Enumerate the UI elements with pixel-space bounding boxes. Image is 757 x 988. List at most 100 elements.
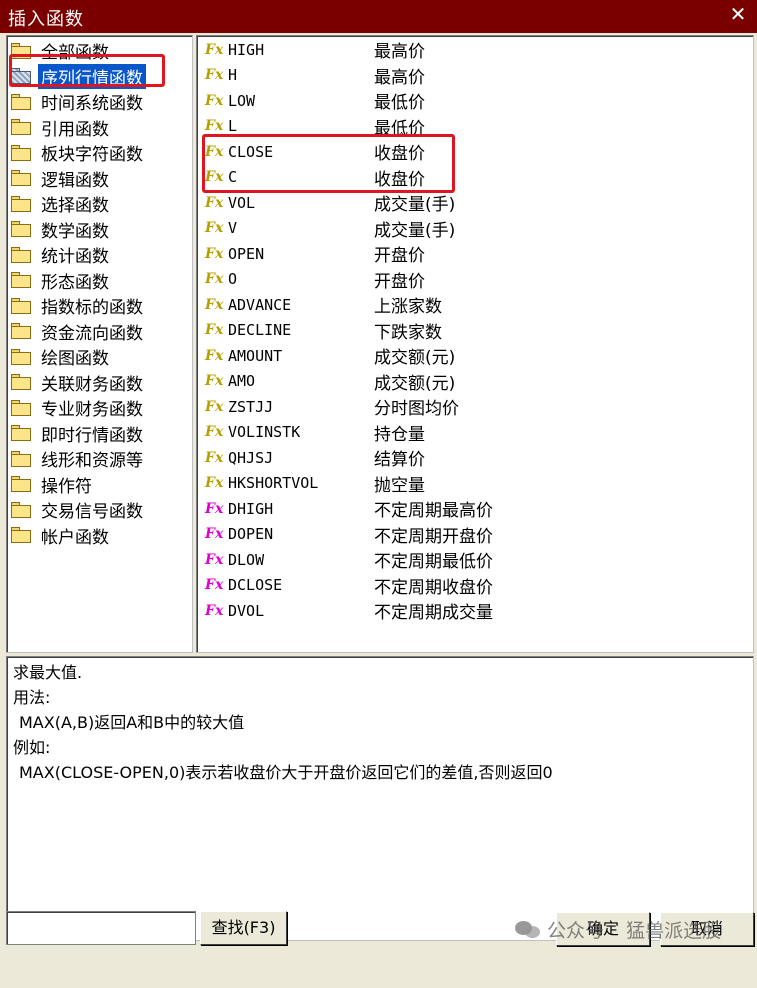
function-row[interactable]: Fx ADVANCE 上涨家数: [197, 292, 753, 318]
function-row[interactable]: Fx CLOSE 收盘价: [197, 139, 753, 165]
category-label: 关联财务函数: [41, 374, 143, 395]
function-row[interactable]: Fx AMOUNT 成交额(元): [197, 343, 753, 369]
close-icon[interactable]: ✕: [727, 3, 749, 25]
function-description: 成交量(手): [374, 195, 456, 216]
category-item[interactable]: 线形和资源等: [7, 446, 192, 472]
category-item[interactable]: 帐户函数: [7, 523, 192, 549]
category-item[interactable]: 引用函数: [7, 115, 192, 141]
folder-icon: [11, 42, 31, 59]
folder-icon: [11, 93, 31, 110]
function-row[interactable]: Fx OPEN 开盘价: [197, 241, 753, 267]
function-row[interactable]: Fx V 成交量(手): [197, 216, 753, 242]
function-name: DLOW: [228, 550, 265, 569]
function-row[interactable]: Fx AMO 成交额(元): [197, 369, 753, 395]
function-description: 上涨家数: [374, 297, 442, 318]
function-row[interactable]: Fx C 收盘价: [197, 165, 753, 191]
function-row[interactable]: Fx LOW 最低价: [197, 88, 753, 114]
category-list: 全部函数 序列行情函数 时间系统函数引用函数 板块字符函数 逻辑函数选择函数数学函数统计…: [7, 36, 192, 548]
category-label: 数学函数: [41, 221, 109, 242]
category-label: 统计函数: [41, 247, 109, 268]
category-label: 帐户函数: [41, 527, 109, 548]
function-row[interactable]: Fx DHIGH 不定周期最高价: [197, 496, 753, 522]
folder-icon: [11, 221, 31, 238]
function-description: 成交额(元): [374, 348, 456, 369]
function-name: AMO: [228, 372, 256, 391]
category-item[interactable]: 形态函数: [7, 268, 192, 294]
window-title: 插入函数: [8, 9, 84, 30]
ok-button[interactable]: 确定: [556, 912, 650, 946]
category-item[interactable]: 逻辑函数: [7, 166, 192, 192]
function-name: ADVANCE: [228, 295, 292, 314]
title-bar: 插入函数 ✕: [0, 0, 757, 33]
function-description: 最低价: [374, 118, 425, 139]
function-row[interactable]: Fx DCLOSE 不定周期收盘价: [197, 573, 753, 599]
folder-icon: [11, 348, 31, 365]
function-row[interactable]: Fx VOLINSTK 持仓量: [197, 420, 753, 446]
category-item[interactable]: 资金流向函数: [7, 319, 192, 345]
function-description: 收盘价: [374, 144, 425, 165]
folder-icon: [11, 501, 31, 518]
function-row[interactable]: Fx O 开盘价: [197, 267, 753, 293]
function-name: VOL: [228, 193, 256, 212]
fx-icon: Fx: [205, 322, 224, 339]
find-button[interactable]: 查找(F3): [200, 911, 287, 945]
folder-icon: [11, 399, 31, 416]
function-name: QHJSJ: [228, 448, 274, 467]
function-description: 结算价: [374, 450, 425, 471]
category-item[interactable]: 数学函数: [7, 217, 192, 243]
function-row[interactable]: Fx DVOL 不定周期成交量: [197, 598, 753, 624]
folder-icon: [11, 144, 31, 161]
cancel-button[interactable]: 取消: [660, 912, 754, 946]
fx-icon: Fx: [205, 296, 224, 313]
function-row[interactable]: Fx DECLINE 下跌家数: [197, 318, 753, 344]
category-item[interactable]: 板块字符函数: [7, 140, 192, 166]
category-item[interactable]: 关联财务函数: [7, 370, 192, 396]
category-tree[interactable]: 全部函数 序列行情函数 时间系统函数引用函数 板块字符函数 逻辑函数选择函数数学函数统计…: [6, 35, 193, 653]
folder-icon: [11, 170, 31, 187]
fx-icon: Fx: [205, 398, 224, 415]
function-row[interactable]: Fx H 最高价: [197, 63, 753, 89]
category-item[interactable]: 指数标的函数: [7, 293, 192, 319]
category-item[interactable]: 全部函数: [7, 38, 192, 64]
function-row[interactable]: Fx QHJSJ 结算价: [197, 445, 753, 471]
function-name: O: [228, 270, 238, 289]
function-row[interactable]: Fx DLOW 不定周期最低价: [197, 547, 753, 573]
folder-icon: [11, 68, 31, 85]
function-row[interactable]: Fx HKSHORTVOL 抛空量: [197, 471, 753, 497]
category-item[interactable]: 绘图函数: [7, 344, 192, 370]
fx-icon: Fx: [205, 143, 224, 160]
category-label: 线形和资源等: [41, 451, 143, 472]
usage-text: MAX(A,B)返回A和B中的较大值: [19, 713, 245, 732]
fx-icon: Fx: [205, 245, 224, 262]
function-description: 最高价: [374, 67, 425, 88]
function-row[interactable]: Fx ZSTJJ 分时图均价: [197, 394, 753, 420]
category-label: 专业财务函数: [41, 400, 143, 421]
function-row[interactable]: Fx DOPEN 不定周期开盘价: [197, 522, 753, 548]
search-input[interactable]: [6, 911, 196, 945]
category-item[interactable]: 统计函数: [7, 242, 192, 268]
category-item[interactable]: 时间系统函数: [7, 89, 192, 115]
function-name: VOLINSTK: [228, 423, 301, 442]
category-item[interactable]: 交易信号函数: [7, 497, 192, 523]
description-summary: 求最大值.: [13, 663, 83, 682]
category-item[interactable]: 选择函数: [7, 191, 192, 217]
fx-icon: Fx: [205, 526, 224, 543]
category-label: 选择函数: [41, 196, 109, 217]
function-row[interactable]: Fx L 最低价: [197, 114, 753, 140]
category-label: 指数标的函数: [41, 298, 143, 319]
fx-icon: Fx: [205, 194, 224, 211]
function-description: 收盘价: [374, 169, 425, 190]
function-name: V: [228, 219, 238, 238]
category-label: 交易信号函数: [41, 502, 143, 523]
function-list-panel[interactable]: Fx HIGH 最高价 Fx H 最高价 Fx LOW 最低价 Fx L 最低价 Fx CLOSE 收盘价 F…: [196, 35, 754, 653]
category-label: 引用函数: [41, 119, 109, 140]
function-description: 不定周期最高价: [374, 501, 493, 522]
function-row[interactable]: Fx HIGH 最高价: [197, 37, 753, 63]
category-item[interactable]: 序列行情函数: [7, 63, 192, 90]
fx-icon: Fx: [205, 500, 224, 517]
fx-icon: Fx: [205, 220, 224, 237]
category-item[interactable]: 操作符: [7, 472, 192, 498]
function-row[interactable]: Fx VOL 成交量(手): [197, 190, 753, 216]
category-item[interactable]: 专业财务函数: [7, 395, 192, 421]
category-item[interactable]: 即时行情函数: [7, 421, 192, 447]
